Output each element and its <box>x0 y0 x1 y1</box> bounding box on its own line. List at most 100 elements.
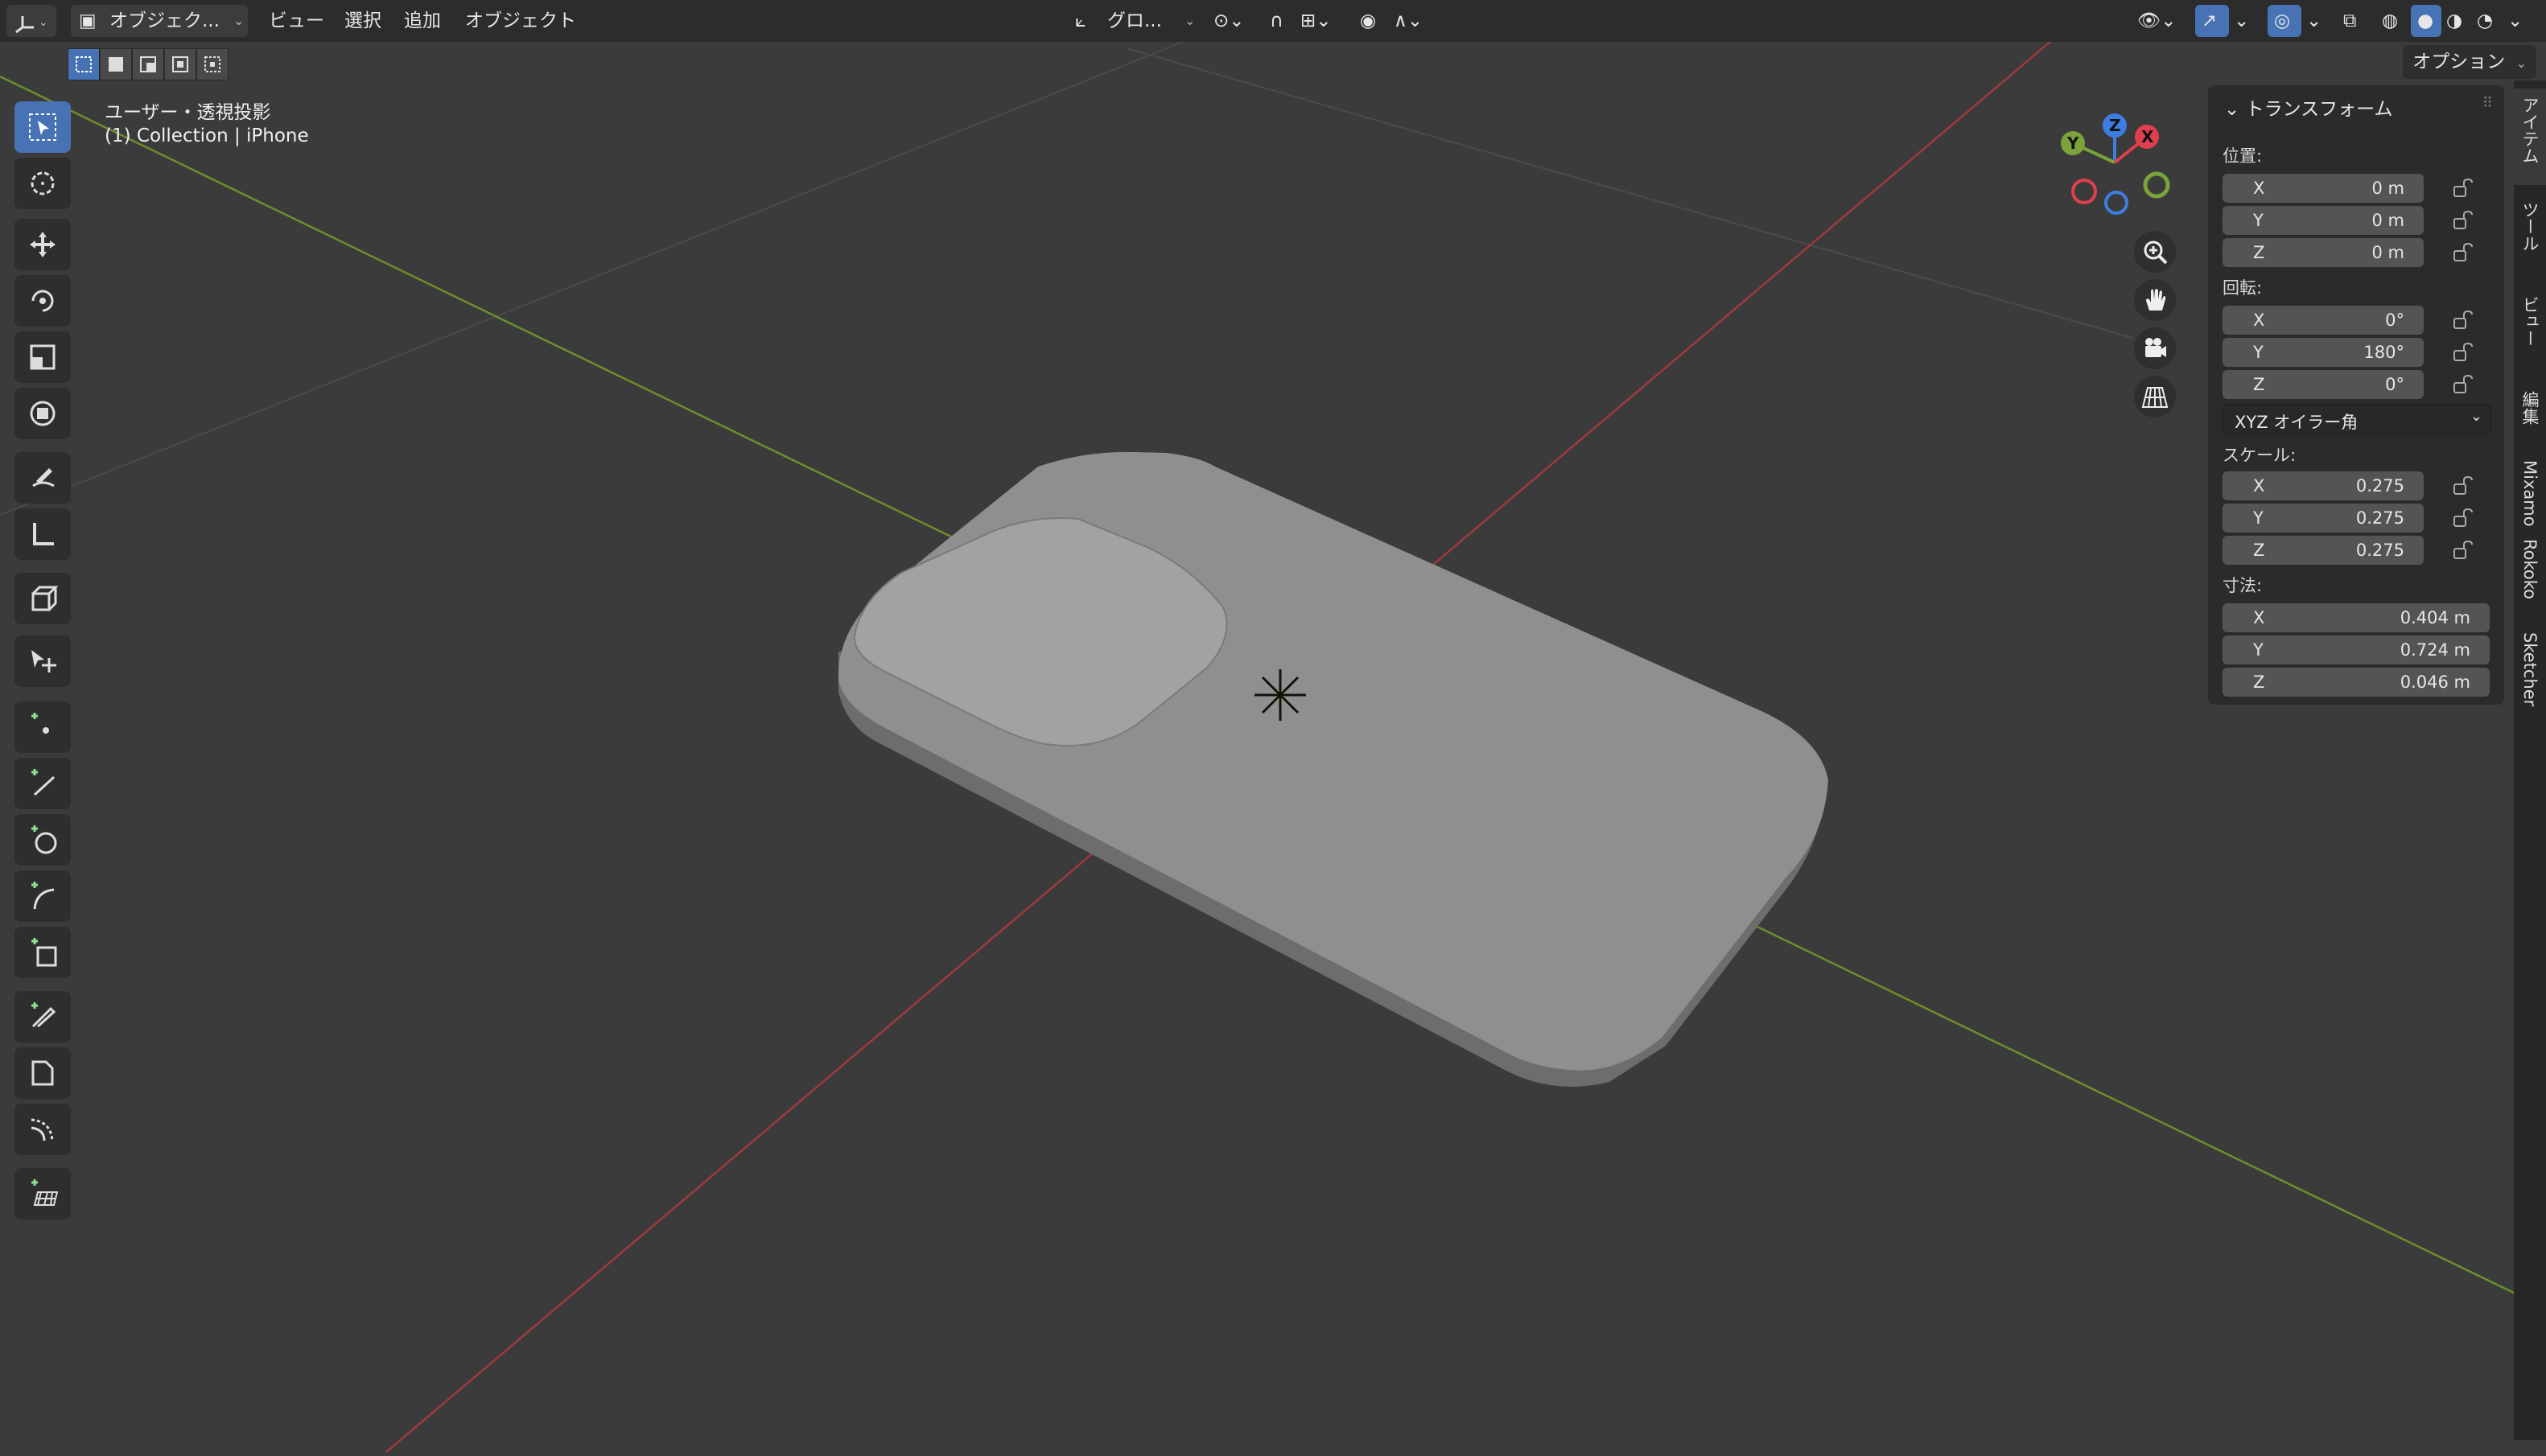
scale-x-field[interactable]: X 0.275 <box>2223 471 2424 500</box>
face-tool[interactable] <box>14 1047 71 1099</box>
add-arc-icon <box>31 882 55 910</box>
lock-icon[interactable] <box>2451 209 2474 232</box>
add-arc-tool[interactable] <box>14 870 71 922</box>
tab-item[interactable]: アイテム <box>2514 88 2546 185</box>
scale-tool[interactable] <box>14 331 71 383</box>
select-new-icon[interactable] <box>68 48 100 80</box>
drag-handle-icon[interactable]: ⠿ <box>2482 95 2493 112</box>
rotation-label: 回転: <box>2223 278 2263 298</box>
select-subtract-icon[interactable] <box>132 48 164 80</box>
chevron-down-icon[interactable]: ⌄ <box>2234 5 2249 37</box>
curve-tool[interactable] <box>14 1104 71 1155</box>
rotate-tool[interactable] <box>14 275 71 327</box>
scale-y-field[interactable]: Y 0.275 <box>2223 504 2424 533</box>
zoom-button[interactable] <box>2134 231 2176 273</box>
rotation-y-field[interactable]: Y 180° <box>2223 338 2424 367</box>
lock-icon[interactable] <box>2451 539 2474 561</box>
annotate-tool[interactable] <box>14 452 71 504</box>
measure-tool[interactable] <box>14 508 71 560</box>
select-intersect-icon[interactable] <box>196 48 229 80</box>
camera-view-button[interactable] <box>2134 327 2176 369</box>
dimensions-x-field[interactable]: X 0.404 m <box>2223 603 2490 632</box>
add-cube-tool[interactable] <box>14 573 71 624</box>
tab-sketcher[interactable]: Sketcher <box>2514 624 2546 729</box>
add-grid-tool[interactable] <box>14 1168 71 1220</box>
knife-tool[interactable] <box>14 991 71 1043</box>
lock-icon[interactable] <box>2451 341 2474 364</box>
tab-rokoko[interactable]: Rokoko <box>2514 531 2546 616</box>
lock-icon[interactable] <box>2451 241 2474 264</box>
location-z-field[interactable]: Z0 m <box>2223 238 2424 267</box>
move-tool[interactable] <box>14 219 71 270</box>
mode-selector[interactable]: ▣ オブジェク... ⌄ <box>71 5 248 37</box>
location-x-field[interactable]: X0 m <box>2223 174 2424 203</box>
proportional-editing-icon[interactable]: ◉ <box>1360 5 1376 37</box>
mode-icon: ▣ <box>79 10 97 31</box>
panel-header[interactable]: ⌄ トランスフォーム <box>2224 93 2392 121</box>
overlays-icon: ◎ <box>2274 10 2291 31</box>
tab-tool[interactable]: ツール <box>2514 193 2546 282</box>
perspective-toggle-button[interactable] <box>2134 376 2176 417</box>
add-cube-icon <box>31 586 59 611</box>
transform-tool[interactable] <box>14 388 71 439</box>
chevron-down-icon[interactable]: ⌄ <box>2306 5 2321 37</box>
dimensions-y-field[interactable]: Y 0.724 m <box>2223 635 2490 664</box>
xray-icon[interactable]: ⧉ <box>2343 5 2356 37</box>
gizmo-neg-z[interactable] <box>2104 191 2128 215</box>
options-dropdown[interactable]: オプション ⌄ <box>2403 45 2536 79</box>
lock-icon[interactable] <box>2451 309 2474 331</box>
lock-icon[interactable] <box>2451 507 2474 529</box>
tab-edit[interactable]: 編集 <box>2514 383 2546 447</box>
svg-text:⌄: ⌄ <box>39 16 48 29</box>
snap-target-icon[interactable]: ⊞⌄ <box>1300 5 1332 37</box>
rotation-x-field[interactable]: X 0° <box>2223 306 2424 335</box>
gizmo-neg-y[interactable] <box>2143 171 2170 199</box>
camera-icon <box>2145 338 2166 357</box>
material-preview-icon[interactable]: ◑ <box>2446 5 2462 37</box>
select-extend-icon[interactable] <box>100 48 132 80</box>
add-rectangle-tool[interactable] <box>14 927 71 978</box>
chevron-down-icon[interactable]: ⌄ <box>2507 5 2523 37</box>
add-point-tool[interactable] <box>14 701 71 753</box>
pivot-point-icon[interactable]: ⊙⌄ <box>1213 5 1245 37</box>
transform-orientation-selector[interactable]: ⟀ グロ... ⌄ <box>1070 5 1199 37</box>
select-box-icon <box>29 113 56 141</box>
cursor-tool[interactable] <box>14 158 71 209</box>
chevron-down-icon: ⌄ <box>2224 99 2240 120</box>
gizmo-y-label: Y <box>2066 134 2079 153</box>
menu-add[interactable]: 追加 <box>404 5 441 37</box>
add-line-tool[interactable] <box>14 758 71 809</box>
viewport-header: ⌄ ▣ オブジェク... ⌄ ビュー 選択 追加 オブジェクト ⟀ グロ... … <box>0 0 2546 42</box>
snap-icon[interactable]: ∩ <box>1270 5 1283 37</box>
select-transform-tool[interactable] <box>14 635 71 687</box>
lock-icon[interactable] <box>2451 475 2474 497</box>
cursor-icon <box>31 171 55 195</box>
pan-button[interactable] <box>2134 279 2176 321</box>
scale-z-field[interactable]: Z 0.275 <box>2223 536 2424 565</box>
editor-type-button[interactable]: ⌄ <box>6 5 56 37</box>
measure-icon <box>33 523 54 545</box>
rotation-z-field[interactable]: Z 0° <box>2223 370 2424 399</box>
object-visibility-icon[interactable]: 👁⌄ <box>2137 5 2176 37</box>
rotation-mode-dropdown[interactable]: XYZ オイラー角 ⌄ <box>2223 404 2491 434</box>
add-circle-tool[interactable] <box>14 814 71 866</box>
overlays-toggle-button[interactable]: ◎ <box>2268 5 2301 37</box>
tab-view[interactable]: ビュー <box>2514 288 2546 376</box>
gizmo-toggle-button[interactable]: ↗ <box>2195 5 2229 37</box>
location-y-field[interactable]: Y0 m <box>2223 206 2424 235</box>
wireframe-shading-icon[interactable]: ◍ <box>2382 5 2398 37</box>
solid-shading-button[interactable]: ● <box>2411 5 2441 37</box>
menu-object[interactable]: オブジェクト <box>465 5 576 37</box>
lock-icon[interactable] <box>2451 373 2474 396</box>
rotate-icon <box>31 290 54 312</box>
lock-icon[interactable] <box>2451 177 2474 199</box>
select-box-tool[interactable] <box>14 101 71 153</box>
falloff-icon[interactable]: ∧⌄ <box>1394 5 1423 37</box>
navigation-gizmo[interactable]: Z Y X <box>2044 105 2189 225</box>
menu-view[interactable]: ビュー <box>269 5 324 37</box>
rendered-shading-icon[interactable]: ◔ <box>2477 5 2493 37</box>
select-invert-icon[interactable] <box>164 48 196 80</box>
gizmo-neg-x[interactable] <box>2071 179 2097 204</box>
menu-select[interactable]: 選択 <box>344 5 381 37</box>
dimensions-z-field[interactable]: Z 0.046 m <box>2223 668 2490 697</box>
